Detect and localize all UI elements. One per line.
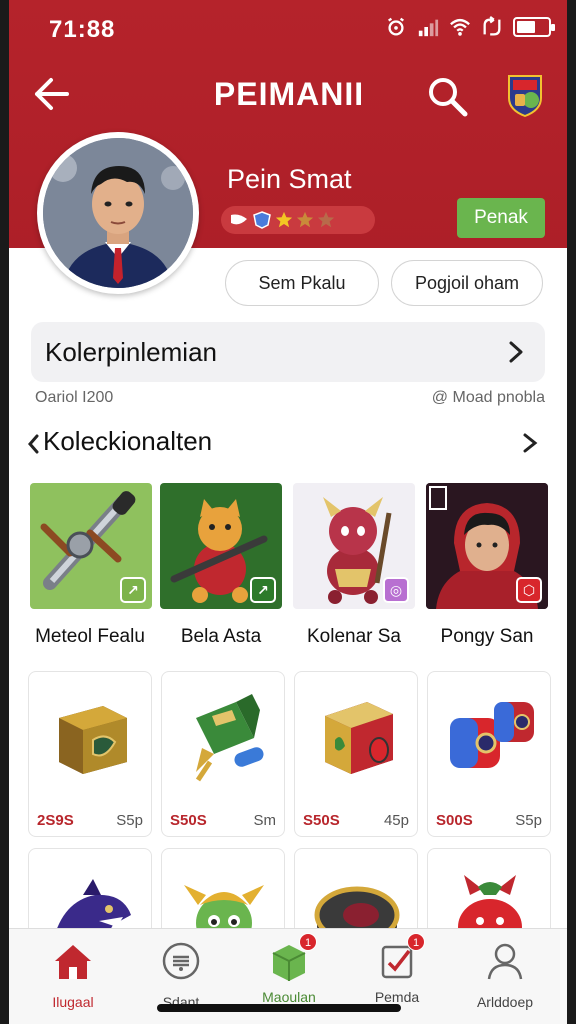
chevron-left-icon[interactable] — [27, 432, 39, 456]
action-button-2[interactable]: Pogjoil oham — [391, 260, 543, 306]
star-icon — [317, 211, 335, 228]
tab-home[interactable]: Ilugaal — [23, 939, 123, 1019]
card-units: Sm — [253, 812, 277, 829]
item-tag-icon: ⬡ — [516, 577, 542, 603]
status-bar: 71:88 — [9, 0, 567, 60]
red-treasure-box-icon — [325, 702, 393, 774]
scan-icon — [162, 942, 200, 980]
page-title: PEIMANII — [213, 76, 365, 112]
status-time: 71:88 — [49, 16, 116, 43]
store-card[interactable]: S00S S5p — [427, 671, 551, 837]
collection-search-text: Kolerpinlemian — [45, 336, 217, 367]
app-screen: 71:88 PEIMANII Pein Smat Penak Sem Pkalu… — [9, 0, 567, 1024]
featured-item-label: Kolenar Sa — [306, 626, 401, 647]
signal-icon — [418, 19, 439, 37]
collection-search-row[interactable]: Kolerpinlemian — [31, 322, 545, 382]
back-arrow-icon[interactable] — [31, 74, 71, 114]
featured-item[interactable]: ◎ — [293, 483, 415, 609]
profile-name: Pein Smat — [227, 164, 352, 194]
battery-icon — [513, 17, 555, 37]
card-price: 2S9S — [37, 812, 74, 829]
item-tag-icon: ◎ — [383, 577, 409, 603]
avatar-photo — [43, 138, 193, 288]
card-units: S5p — [116, 812, 143, 829]
profile-icon — [487, 943, 523, 980]
featured-item[interactable]: ↗ — [30, 483, 152, 609]
card-units: 45p — [383, 812, 409, 829]
missile-icon — [195, 694, 264, 782]
featured-item[interactable]: ⬡ — [426, 483, 548, 609]
store-card[interactable]: S50S Sm — [161, 671, 285, 837]
dice-icon — [450, 702, 534, 768]
featured-item[interactable]: ↗ — [160, 483, 282, 609]
card-price: S00S — [436, 812, 473, 829]
person-portrait-icon — [43, 138, 193, 288]
section-title: Koleckionalten — [43, 426, 213, 456]
card-price: S50S — [303, 812, 340, 829]
shield-badge-icon — [253, 211, 271, 229]
featured-item-label: Pongy San — [440, 626, 534, 647]
item-tag-icon: ↗ — [250, 577, 276, 603]
chevron-right-icon[interactable] — [521, 432, 539, 454]
star-icon — [296, 211, 314, 228]
store-card[interactable]: 2S9S S5p — [28, 671, 152, 837]
tab-profile[interactable]: Arlddoep — [455, 939, 555, 1019]
wing-icon — [231, 214, 247, 225]
wifi-icon — [450, 18, 470, 36]
game-emblem-icon[interactable] — [501, 70, 549, 118]
achievement-badges — [221, 206, 375, 234]
home-indicator — [157, 1004, 401, 1012]
card-units: S5p — [515, 812, 542, 829]
star-icon — [275, 211, 293, 228]
tab-label: Pemda — [374, 989, 420, 1005]
item-tag-icon: ↗ — [120, 577, 146, 603]
tab-badge: 1 — [299, 933, 317, 951]
store-card[interactable]: S50S 45p — [294, 671, 418, 837]
alarm-icon — [388, 17, 404, 36]
meta-mode: @ Moad pnobla — [431, 389, 545, 406]
home-icon — [55, 945, 91, 979]
meta-count: Oariol I200 — [35, 389, 114, 406]
follow-button[interactable]: Penak — [457, 198, 545, 238]
action-button-1[interactable]: Sem Pkalu — [225, 260, 379, 306]
chevron-right-icon — [509, 341, 523, 363]
tab-label: Ilugaal — [52, 994, 94, 1010]
card-price: S50S — [170, 812, 207, 829]
tab-badge: 1 — [407, 933, 425, 951]
treasure-crate-icon — [59, 706, 127, 774]
search-icon[interactable] — [425, 74, 469, 118]
network-icon — [483, 16, 501, 36]
featured-item-label: Meteol Fealu — [35, 626, 145, 647]
tab-label: Arlddoep — [476, 994, 534, 1010]
featured-item-label: Bela Asta — [180, 626, 262, 647]
collection-section-header: Koleckionalten — [27, 424, 549, 460]
tab-label: Maoulan — [262, 989, 316, 1005]
avatar[interactable] — [37, 132, 199, 294]
